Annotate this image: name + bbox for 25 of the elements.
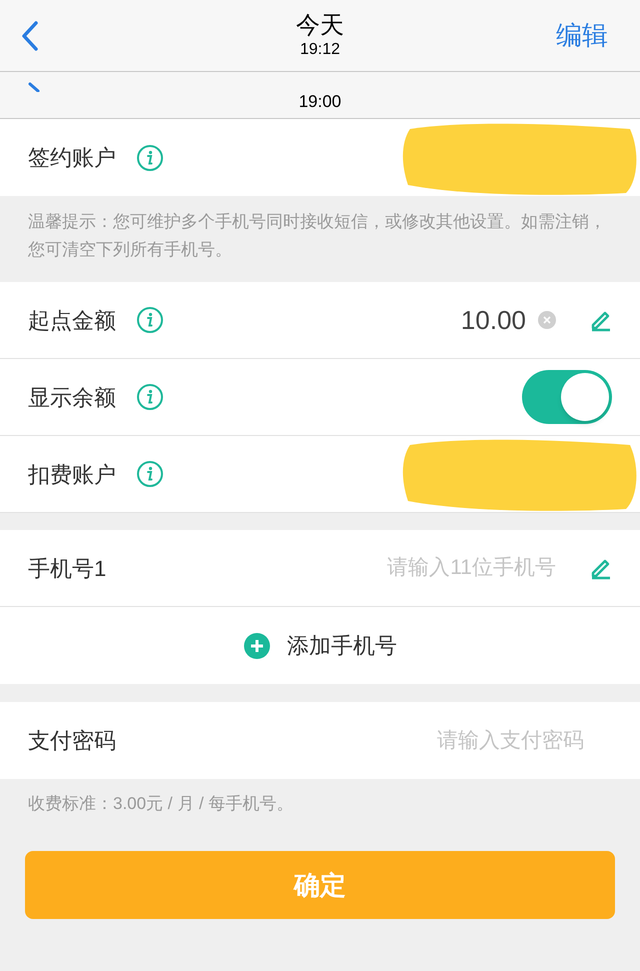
- row-label: 扣费账户: [28, 460, 116, 488]
- clear-icon[interactable]: [538, 311, 556, 329]
- toggle-switch[interactable]: [522, 370, 612, 424]
- row-label: 显示余额: [28, 384, 116, 412]
- tip-text: 温馨提示：您可维护多个手机号同时接收短信，或修改其他设置。如需注销，您可清空下列所有手机号。: [28, 211, 607, 261]
- info-icon[interactable]: [136, 306, 164, 334]
- edit-button[interactable]: 编辑: [556, 16, 608, 55]
- nav-title: 今天: [296, 12, 344, 40]
- row-label: 支付密码: [28, 727, 116, 755]
- nav-time: 19:12: [300, 40, 340, 60]
- info-icon[interactable]: [136, 460, 164, 488]
- row-label: 手机号1: [28, 554, 106, 582]
- info-icon[interactable]: [136, 144, 164, 172]
- amount-value: 10.00: [460, 304, 526, 336]
- row-label: 起点金额: [28, 306, 116, 334]
- phone-input[interactable]: 请输入11位手机号: [356, 552, 556, 584]
- back-icon[interactable]: [20, 20, 40, 52]
- header-time: 19:00: [298, 90, 342, 112]
- fee-note: 收费标准：3.00元 / 月 / 每手机号。: [28, 793, 294, 815]
- plus-icon: [243, 632, 271, 660]
- back-icon: [28, 82, 40, 92]
- info-icon[interactable]: [136, 383, 164, 411]
- add-phone-button[interactable]: 添加手机号: [243, 629, 397, 662]
- password-input[interactable]: 请输入支付密码: [384, 724, 584, 756]
- row-label: 签约账户: [28, 144, 116, 172]
